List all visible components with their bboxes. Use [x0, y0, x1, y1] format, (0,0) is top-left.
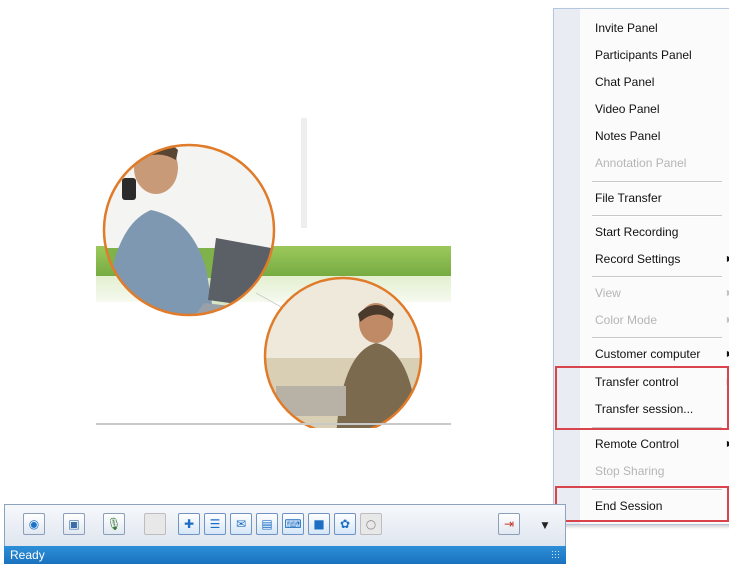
end-session-highlight-box: [555, 486, 729, 522]
menu-item-participants-panel[interactable]: Participants Panel: [595, 44, 729, 66]
menu-separator: [592, 337, 722, 339]
video-icon[interactable]: ■: [308, 513, 330, 535]
menu-item-view: View▶: [595, 282, 729, 304]
menu-item-invite-panel[interactable]: Invite Panel: [595, 17, 729, 39]
microphone-icon[interactable]: 🎙: [103, 513, 125, 535]
menu-item-record-settings[interactable]: Record Settings▶: [595, 248, 729, 270]
menu-item-start-recording[interactable]: Start Recording: [595, 221, 729, 243]
menu-separator: [592, 181, 722, 183]
session-illustration: [96, 118, 451, 428]
resize-grip-icon[interactable]: [551, 550, 560, 559]
menu-item-file-transfer[interactable]: File Transfer: [595, 187, 729, 209]
exit-icon[interactable]: ⇥: [498, 513, 520, 535]
record-icon[interactable]: ○: [360, 513, 382, 535]
settings-icon[interactable]: ✿: [334, 513, 356, 535]
participants-icon[interactable]: ☰: [204, 513, 226, 535]
invite-icon[interactable]: ✚: [178, 513, 200, 535]
menu-item-remote-control[interactable]: Remote Control▶: [595, 433, 729, 455]
menu-separator: [592, 215, 722, 217]
status-text: Ready: [10, 548, 45, 562]
menu-item-color-mode: Color Mode▶: [595, 309, 729, 331]
notes-icon[interactable]: ▤: [256, 513, 278, 535]
illustration-baseline: [96, 423, 451, 425]
status-bar: Ready: [4, 546, 566, 564]
session-toolbar: ◉ ▣ 🎙 ✚ ☰ ✉ ▤ ⌨ ■ ✿ ○ ⇥ ▼: [4, 504, 566, 546]
chat-icon[interactable]: ✉: [230, 513, 252, 535]
menu-item-notes-panel[interactable]: Notes Panel: [595, 125, 729, 147]
blank-icon[interactable]: [144, 513, 166, 535]
menu-separator: [592, 276, 722, 278]
keyboard-icon[interactable]: ⌨: [282, 513, 304, 535]
transfer-highlight-box: [555, 366, 729, 430]
menu-item-customer-computer[interactable]: Customer computer▶: [595, 343, 729, 365]
globe-icon[interactable]: ◉: [23, 513, 45, 535]
menu-item-annotation-panel: Annotation Panel: [595, 156, 687, 170]
chevron-down-icon[interactable]: ▼: [535, 515, 555, 537]
monitor-icon[interactable]: ▣: [63, 513, 85, 535]
illustration-graphic: [96, 118, 451, 428]
menu-item-stop-sharing: Stop Sharing: [595, 464, 665, 478]
menu-item-video-panel[interactable]: Video Panel: [595, 98, 729, 120]
menu-gutter: [554, 9, 580, 524]
session-context-menu: Invite Panel Participants Panel Chat Pan…: [553, 8, 729, 525]
menu-item-chat-panel[interactable]: Chat Panel: [595, 71, 729, 93]
